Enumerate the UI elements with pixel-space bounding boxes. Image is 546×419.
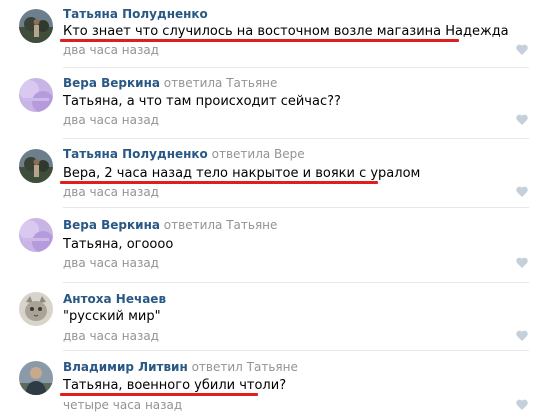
- author-line: Владимир Литвин ответил Татьяне: [63, 359, 298, 375]
- divider: [63, 67, 529, 68]
- heart-icon[interactable]: [516, 44, 528, 55]
- author-name[interactable]: Вера Веркина: [63, 76, 160, 90]
- heart-icon[interactable]: [516, 257, 528, 268]
- comments-list: Татьяна Полудненко Кто знает что случило…: [0, 0, 546, 419]
- avatar-purple-icon: [19, 78, 53, 112]
- author-name[interactable]: Вера Веркина: [63, 218, 160, 232]
- author-line: Вера Веркина ответила Татьяне: [63, 75, 277, 91]
- avatar[interactable]: [19, 218, 53, 252]
- avatar-photo-icon: [19, 9, 53, 43]
- author-line: Татьяна Полудненко ответила Вере: [63, 146, 305, 162]
- avatar-man-icon: [19, 361, 53, 395]
- divider: [63, 138, 529, 139]
- comment-time[interactable]: два часа назад: [63, 185, 159, 200]
- comment-time[interactable]: два часа назад: [63, 256, 159, 271]
- avatar[interactable]: [19, 78, 53, 112]
- red-underline: [60, 393, 258, 396]
- comment-time[interactable]: два часа назад: [63, 113, 159, 128]
- comment-time[interactable]: два часа назад: [63, 329, 159, 344]
- divider: [63, 282, 529, 283]
- comment-time[interactable]: два часа назад: [63, 43, 159, 58]
- avatar[interactable]: [19, 292, 53, 326]
- author-name[interactable]: Владимир Литвин: [63, 360, 188, 374]
- avatar[interactable]: [19, 9, 53, 43]
- heart-icon[interactable]: [516, 330, 528, 341]
- reply-target[interactable]: ответила Вере: [212, 147, 305, 161]
- reply-target[interactable]: ответил Татьяне: [192, 360, 298, 374]
- heart-icon[interactable]: [516, 399, 528, 410]
- red-underline: [60, 181, 378, 184]
- author-name[interactable]: Антоха Нечаев: [63, 292, 166, 306]
- author-line: Вера Веркина ответила Татьяне: [63, 217, 277, 233]
- avatar[interactable]: [19, 149, 53, 183]
- comment-text: Вера, 2 часа назад тело накрытое и вояки…: [63, 166, 421, 181]
- author-name[interactable]: Татьяна Полудненко: [63, 147, 208, 161]
- author-line: Татьяна Полудненко: [63, 6, 208, 22]
- avatar-purple-icon: [19, 218, 53, 252]
- red-underline: [60, 39, 459, 42]
- author-name[interactable]: Татьяна Полудненко: [63, 7, 208, 21]
- comment-text: Татьяна, огоооо: [63, 237, 174, 252]
- comment-text: Татьяна, военного убили чтоли?: [63, 378, 287, 393]
- reply-target[interactable]: ответила Татьяне: [164, 76, 278, 90]
- comment-text: Кто знает что случилось на восточном воз…: [63, 24, 509, 39]
- avatar[interactable]: [19, 361, 53, 395]
- divider: [63, 207, 529, 208]
- comment-text: "русский мир": [63, 309, 161, 324]
- author-line: Антоха Нечаев: [63, 291, 166, 307]
- reply-target[interactable]: ответила Татьяне: [164, 218, 278, 232]
- comment-text: Татьяна, а что там происходит сейчас??: [63, 94, 341, 109]
- comment-time[interactable]: четыре часа назад: [63, 398, 182, 413]
- avatar-photo-icon: [19, 149, 53, 183]
- heart-icon[interactable]: [516, 114, 528, 125]
- divider: [63, 350, 529, 351]
- avatar-cat-icon: [19, 292, 53, 326]
- heart-icon[interactable]: [516, 186, 528, 197]
